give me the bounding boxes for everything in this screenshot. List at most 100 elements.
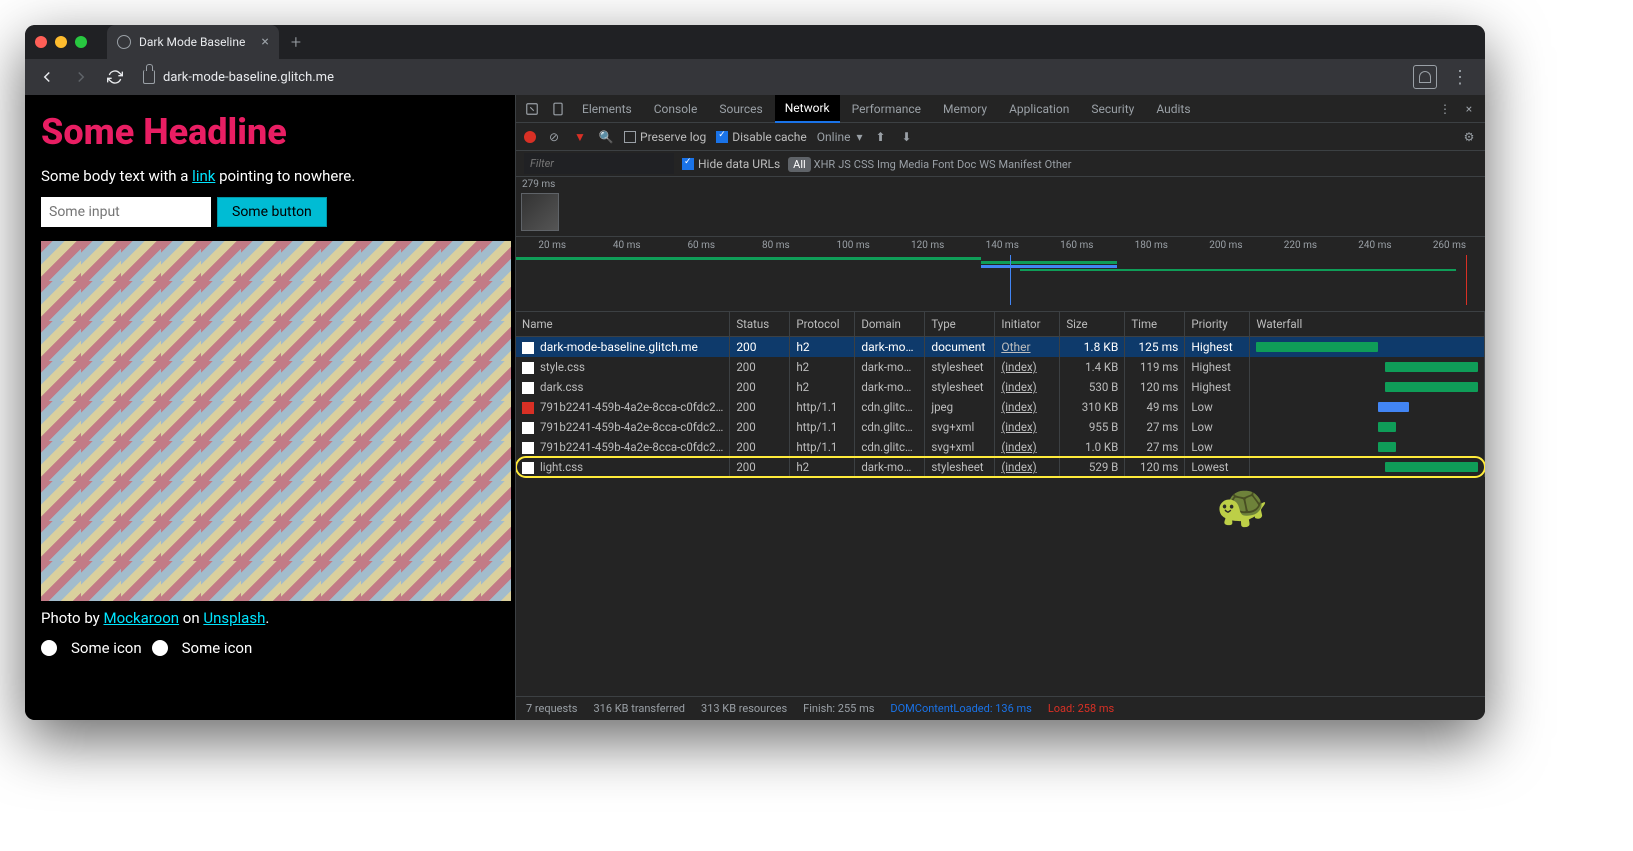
col-size[interactable]: Size: [1060, 312, 1125, 337]
cell: 27 ms: [1125, 417, 1185, 437]
cell: Low: [1185, 437, 1250, 457]
filter-type-css[interactable]: CSS: [854, 158, 874, 171]
filter-type-js[interactable]: JS: [838, 158, 851, 171]
col-name[interactable]: Name: [516, 312, 730, 337]
file-icon: [522, 422, 534, 434]
forward-button[interactable]: [67, 63, 95, 91]
initiator-link[interactable]: (index): [1001, 360, 1036, 374]
settings-gear-icon[interactable]: ⚙: [1461, 130, 1477, 144]
devtools-tab-sources[interactable]: Sources: [709, 96, 772, 122]
clear-icon[interactable]: ⊘: [546, 130, 562, 144]
initiator-link[interactable]: (index): [1001, 440, 1036, 454]
devtools-tab-security[interactable]: Security: [1081, 96, 1144, 122]
table-row[interactable]: 791b2241-459b-4a2e-8cca-c0fdc2…200http/1…: [516, 437, 1485, 457]
cell: 200: [730, 337, 790, 358]
col-status[interactable]: Status: [730, 312, 790, 337]
cell: http/1.1: [790, 437, 855, 457]
table-row[interactable]: light.css200h2dark-mo…stylesheet(index)5…: [516, 457, 1485, 477]
tick-label: 140 ms: [986, 240, 1019, 251]
col-initiator[interactable]: Initiator: [995, 312, 1060, 337]
table-row[interactable]: 791b2241-459b-4a2e-8cca-c0fdc2…200http/1…: [516, 397, 1485, 417]
cell: 200: [730, 397, 790, 417]
url-box[interactable]: dark-mode-baseline.glitch.me: [135, 70, 334, 85]
devtools-tab-console[interactable]: Console: [644, 96, 708, 122]
initiator-link[interactable]: (index): [1001, 460, 1036, 474]
throttling-select[interactable]: Online ▾: [817, 130, 863, 144]
filter-type-other[interactable]: Other: [1045, 158, 1072, 171]
upload-icon[interactable]: ⬆: [872, 130, 888, 144]
bulb-icon: [152, 640, 168, 656]
col-waterfall[interactable]: Waterfall: [1250, 312, 1485, 337]
filter-type-img[interactable]: Img: [877, 158, 896, 171]
close-tab-icon[interactable]: ×: [261, 34, 268, 50]
status-finish: Finish: 255 ms: [803, 702, 874, 715]
screenshot-thumbnail[interactable]: [521, 193, 559, 231]
col-time[interactable]: Time: [1125, 312, 1185, 337]
table-row[interactable]: style.css200h2dark-mo…stylesheet(index)1…: [516, 357, 1485, 377]
filter-icon[interactable]: ▼: [572, 130, 588, 144]
col-protocol[interactable]: Protocol: [790, 312, 855, 337]
device-icon[interactable]: [546, 102, 570, 116]
body-link[interactable]: link: [192, 167, 215, 185]
filter-type-doc[interactable]: Doc: [957, 158, 976, 171]
some-button[interactable]: Some button: [217, 197, 327, 227]
status-load: Load: 258 ms: [1048, 702, 1114, 715]
browser-tab[interactable]: Dark Mode Baseline ×: [107, 25, 279, 59]
cell: svg+xml: [925, 417, 995, 437]
devtools-tab-elements[interactable]: Elements: [572, 96, 642, 122]
col-type[interactable]: Type: [925, 312, 995, 337]
devtools-tab-memory[interactable]: Memory: [933, 96, 997, 122]
text-input[interactable]: [41, 197, 211, 227]
filter-type-ws[interactable]: WS: [979, 158, 995, 171]
initiator-link[interactable]: (index): [1001, 400, 1036, 414]
maximize-window-button[interactable]: [75, 36, 87, 48]
filter-type-all[interactable]: All: [788, 157, 811, 172]
table-row[interactable]: 791b2241-459b-4a2e-8cca-c0fdc2…200http/1…: [516, 417, 1485, 437]
cell: 49 ms: [1125, 397, 1185, 417]
filter-type-xhr[interactable]: XHR: [814, 158, 836, 171]
table-row[interactable]: dark-mode-baseline.glitch.me200h2dark-mo…: [516, 337, 1485, 358]
initiator-link[interactable]: (index): [1001, 420, 1036, 434]
download-icon[interactable]: ⬇: [898, 130, 914, 144]
new-tab-button[interactable]: +: [291, 32, 301, 53]
cell: cdn.glitc…: [855, 437, 925, 457]
cell: 530 B: [1060, 377, 1125, 397]
devtools-tab-audits[interactable]: Audits: [1146, 96, 1200, 122]
kebab-menu-icon[interactable]: ⋮: [1443, 67, 1477, 88]
hide-data-urls-checkbox[interactable]: Hide data URLs: [682, 157, 780, 171]
reload-button[interactable]: [101, 63, 129, 91]
filter-input[interactable]: [524, 153, 674, 174]
account-icon[interactable]: [1413, 65, 1437, 89]
initiator-link[interactable]: (index): [1001, 380, 1036, 394]
timeline[interactable]: 20 ms40 ms60 ms80 ms100 ms120 ms140 ms16…: [516, 237, 1485, 312]
devtools-close-icon[interactable]: ×: [1457, 102, 1481, 116]
devtools-kebab-icon[interactable]: ⋮: [1433, 102, 1457, 116]
filter-type-media[interactable]: Media: [899, 158, 929, 171]
filter-type-font[interactable]: Font: [932, 158, 954, 171]
file-icon: [522, 362, 534, 374]
minimize-window-button[interactable]: [55, 36, 67, 48]
search-icon[interactable]: 🔍: [598, 130, 614, 144]
devtools-tab-application[interactable]: Application: [999, 96, 1079, 122]
overview-strip[interactable]: 279 ms: [516, 177, 1485, 237]
close-window-button[interactable]: [35, 36, 47, 48]
credit-link-author[interactable]: Mockaroon: [103, 609, 179, 627]
record-button[interactable]: [524, 131, 536, 143]
body-text-pre: Some body text with a: [41, 167, 192, 185]
disable-cache-label: Disable cache: [732, 130, 807, 144]
devtools-tab-network[interactable]: Network: [775, 95, 840, 123]
preserve-log-checkbox[interactable]: Preserve log: [624, 130, 706, 144]
table-row[interactable]: dark.css200h2dark-mo…stylesheet(index)53…: [516, 377, 1485, 397]
devtools-tab-performance[interactable]: Performance: [842, 96, 931, 122]
disable-cache-checkbox[interactable]: Disable cache: [716, 130, 807, 144]
inspect-icon[interactable]: [520, 102, 544, 116]
network-table: NameStatusProtocolDomainTypeInitiatorSiz…: [516, 312, 1485, 696]
filter-type-manifest[interactable]: Manifest: [999, 158, 1042, 171]
tick-label: 200 ms: [1209, 240, 1242, 251]
col-domain[interactable]: Domain: [855, 312, 925, 337]
initiator-link[interactable]: Other: [1001, 340, 1030, 354]
credit-link-site[interactable]: Unsplash: [203, 609, 265, 627]
file-icon: [522, 402, 534, 414]
col-priority[interactable]: Priority: [1185, 312, 1250, 337]
back-button[interactable]: [33, 63, 61, 91]
